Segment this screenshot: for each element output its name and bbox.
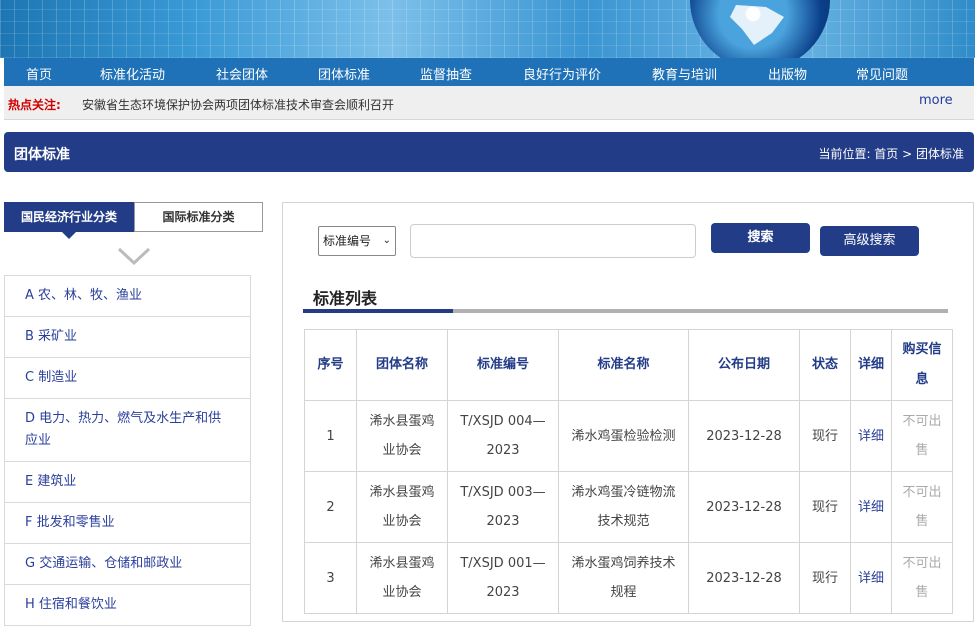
cell-no: 2	[304, 471, 357, 543]
active-tab-pointer	[62, 232, 76, 239]
category-item-b[interactable]: B 采矿业	[4, 317, 251, 358]
advanced-search-button[interactable]: 高级搜索	[820, 226, 919, 256]
search-input[interactable]	[410, 224, 696, 258]
cell-buy: 不可出售	[891, 471, 953, 543]
cell-no: 1	[304, 400, 357, 472]
category-item-d[interactable]: D 电力、热力、燃气及水生产和供应业	[4, 399, 251, 462]
page-title: 团体标准	[14, 147, 70, 163]
nav-item-evaluation[interactable]: 良好行为评价	[523, 64, 601, 83]
chevron-down-icon: ⌄	[382, 235, 391, 246]
cell-name: 浠水蛋鸡饲养技术规程	[558, 542, 689, 614]
cell-org: 浠水县蛋鸡业协会	[356, 542, 448, 614]
nav-item-activities[interactable]: 标准化活动	[100, 64, 165, 83]
category-item-a[interactable]: A 农、林、牧、渔业	[4, 275, 251, 317]
main-nav: 首页 标准化活动 社会团体 团体标准 监督抽查 良好行为评价 教育与培训 出版物…	[4, 58, 974, 86]
nav-item-faq[interactable]: 常见问题	[856, 64, 908, 83]
detail-link[interactable]: 详细	[850, 471, 892, 543]
cell-buy: 不可出售	[891, 400, 953, 472]
cell-no: 3	[304, 542, 357, 614]
chevron-down-icon[interactable]	[117, 246, 151, 266]
list-title: 标准列表	[313, 289, 378, 308]
cell-code: T/XSJD 003—2023	[447, 471, 559, 543]
standards-table: 序号 团体名称 标准编号 标准名称 公布日期 状态 详细 购买信息 1 浠水县蛋…	[304, 329, 953, 614]
detail-link[interactable]: 详细	[850, 400, 892, 472]
breadcrumb: 当前位置: 首页 > 团体标准	[818, 147, 964, 161]
table-header-row: 序号 团体名称 标准编号 标准名称 公布日期 状态 详细 购买信息	[304, 329, 953, 401]
col-header-date: 公布日期	[688, 329, 800, 401]
col-header-no: 序号	[304, 329, 357, 401]
cell-code: T/XSJD 001—2023	[447, 542, 559, 614]
cell-org: 浠水县蛋鸡业协会	[356, 400, 448, 472]
more-link[interactable]: more	[919, 93, 953, 108]
cell-org: 浠水县蛋鸡业协会	[356, 471, 448, 543]
cell-buy: 不可出售	[891, 542, 953, 614]
cell-name: 浠水鸡蛋检验检测	[558, 400, 689, 472]
cell-date: 2023-12-28	[688, 400, 800, 472]
cell-status: 现行	[799, 400, 851, 472]
hot-topic-link[interactable]: 安徽省生态环境保护协会两项团体标准技术审查会顺利召开	[82, 96, 394, 113]
col-header-detail: 详细	[850, 329, 892, 401]
category-item-e[interactable]: E 建筑业	[4, 462, 251, 503]
category-item-h[interactable]: H 住宿和餐饮业	[4, 585, 251, 626]
tab-international-classification[interactable]: 国际标准分类	[134, 202, 263, 232]
col-header-status: 状态	[799, 329, 851, 401]
detail-link[interactable]: 详细	[850, 542, 892, 614]
tab-international-label: 国际标准分类	[162, 210, 235, 224]
tab-industry-classification[interactable]: 国民经济行业分类	[4, 202, 134, 239]
header-banner	[0, 0, 975, 58]
category-list: A 农、林、牧、渔业 B 采矿业 C 制造业 D 电力、热力、燃气及水生产和供应…	[4, 275, 251, 626]
nav-item-publications[interactable]: 出版物	[768, 64, 807, 83]
category-item-c[interactable]: C 制造业	[4, 358, 251, 399]
table-row: 2 浠水县蛋鸡业协会 T/XSJD 003—2023 浠水鸡蛋冷链物流技术规范 …	[304, 471, 953, 543]
nav-item-inspection[interactable]: 监督抽查	[420, 64, 472, 83]
list-title-underline	[303, 309, 948, 313]
search-button[interactable]: 搜索	[711, 223, 810, 253]
tab-industry-label: 国民经济行业分类	[20, 210, 117, 224]
nav-item-groups[interactable]: 社会团体	[216, 64, 268, 83]
col-header-org: 团体名称	[356, 329, 448, 401]
category-item-f[interactable]: F 批发和零售业	[4, 503, 251, 544]
cell-code: T/XSJD 004—2023	[447, 400, 559, 472]
col-header-code: 标准编号	[447, 329, 559, 401]
category-item-g[interactable]: G 交通运输、仓储和邮政业	[4, 544, 251, 585]
cell-status: 现行	[799, 542, 851, 614]
table-row: 1 浠水县蛋鸡业协会 T/XSJD 004—2023 浠水鸡蛋检验检测 2023…	[304, 400, 953, 472]
cell-name: 浠水鸡蛋冷链物流技术规范	[558, 471, 689, 543]
cell-status: 现行	[799, 471, 851, 543]
nav-item-training[interactable]: 教育与培训	[652, 64, 717, 83]
standards-panel: 标准编号 ⌄ 搜索 高级搜索 标准列表 序号 团体名称 标准编号 标准名称 公布…	[282, 202, 974, 622]
table-row: 3 浠水县蛋鸡业协会 T/XSJD 001—2023 浠水蛋鸡饲养技术规程 20…	[304, 542, 953, 614]
col-header-buy: 购买信息	[891, 329, 953, 401]
hot-topics-bar: 热点关注: 安徽省生态环境保护协会两项团体标准技术审查会顺利召开 more	[4, 86, 974, 120]
cell-date: 2023-12-28	[688, 542, 800, 614]
col-header-name: 标准名称	[558, 329, 689, 401]
cell-date: 2023-12-28	[688, 471, 800, 543]
search-field-select[interactable]: 标准编号 ⌄	[318, 226, 396, 256]
section-title-bar: 团体标准 当前位置: 首页 > 团体标准	[4, 132, 974, 172]
search-field-value: 标准编号	[323, 234, 372, 248]
nav-item-group-standards[interactable]: 团体标准	[318, 64, 370, 83]
hot-topics-label: 热点关注:	[8, 98, 61, 112]
nav-item-home[interactable]: 首页	[26, 64, 52, 83]
